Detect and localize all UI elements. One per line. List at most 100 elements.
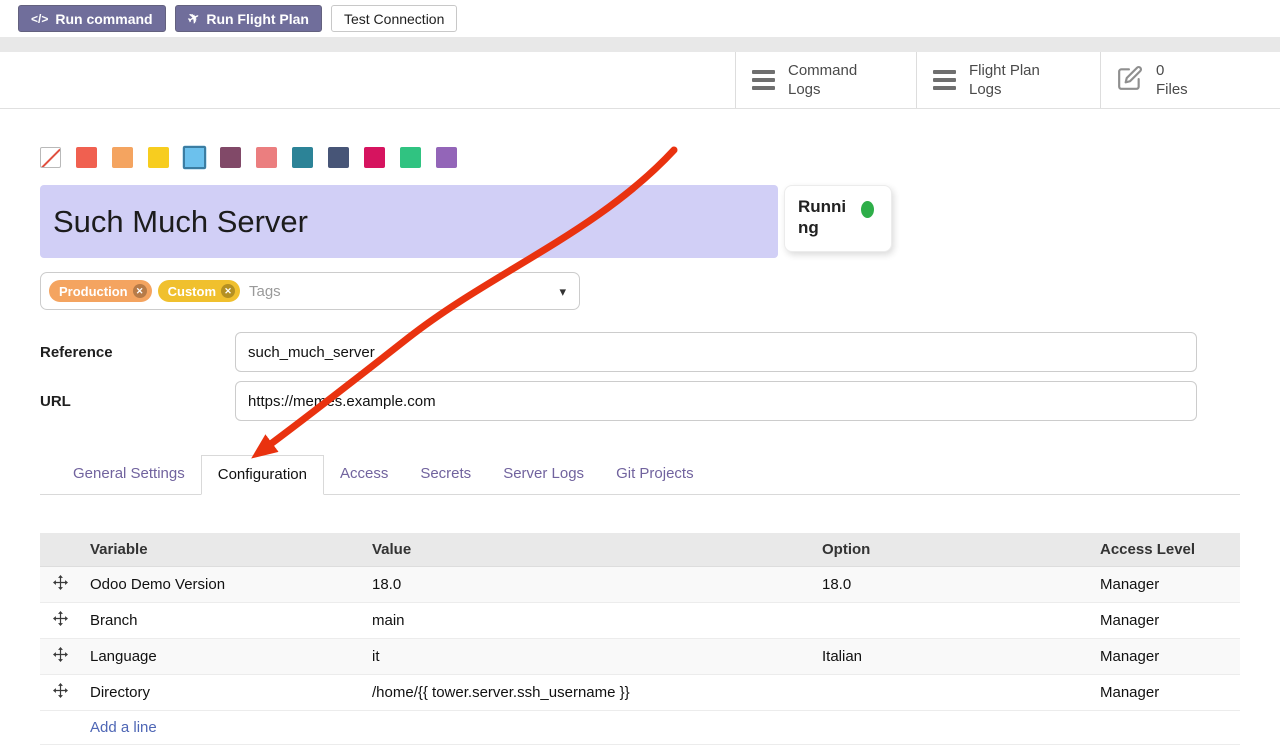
stat-button-flight-plan-logs[interactable]: Flight PlanLogs <box>916 52 1100 108</box>
cell-value[interactable]: 18.0 <box>362 567 812 603</box>
form-sheet: Such Much Server Running Production✕Cust… <box>0 147 1280 745</box>
cell-access_level[interactable]: Manager <box>1090 567 1240 603</box>
color-swatch-purple[interactable] <box>436 147 457 168</box>
tag-label: Custom <box>168 284 216 299</box>
add-line-row: Add a line <box>40 711 1240 745</box>
tags-field[interactable]: Production ✕ Custom ✕ Tags ▾ <box>40 272 580 310</box>
add-line-link[interactable]: Add a line <box>90 719 157 736</box>
color-swatch-salmon[interactable] <box>256 147 277 168</box>
status-widget[interactable]: Running <box>784 185 892 252</box>
color-swatch-yellow[interactable] <box>148 147 169 168</box>
tab-general-settings[interactable]: General Settings <box>57 455 201 494</box>
tab-git-projects[interactable]: Git Projects <box>600 455 710 494</box>
notebook-tabs: General SettingsConfigurationAccessSecre… <box>40 455 1240 495</box>
tab-secrets[interactable]: Secrets <box>404 455 487 494</box>
color-swatch-green[interactable] <box>400 147 421 168</box>
table-header-access-level: Access Level <box>1090 533 1240 567</box>
tab-access[interactable]: Access <box>324 455 404 494</box>
color-swatch-teal[interactable] <box>292 147 313 168</box>
stat-button-files[interactable]: 0Files <box>1100 52 1280 108</box>
cell-variable[interactable]: Language <box>80 639 362 675</box>
cell-value[interactable]: main <box>362 603 812 639</box>
stat-label: Flight PlanLogs <box>969 61 1040 100</box>
cell-option[interactable]: 18.0 <box>812 567 1090 603</box>
color-swatch-none[interactable] <box>40 147 61 168</box>
color-swatch-orange[interactable] <box>112 147 133 168</box>
drag-handle-icon[interactable] <box>40 675 80 711</box>
empty-cell <box>40 711 80 745</box>
tag-production[interactable]: Production ✕ <box>49 280 152 302</box>
table-row-odoo-demo-version: Odoo Demo Version18.018.0Manager <box>40 567 1240 603</box>
stat-button-command-logs[interactable]: CommandLogs <box>735 52 916 108</box>
edit-icon <box>1117 65 1143 96</box>
stat-label: 0Files <box>1156 61 1188 100</box>
table-header-option: Option <box>812 533 1090 567</box>
color-picker <box>40 147 1240 168</box>
header-stat-buttons: CommandLogs Flight PlanLogs 0Files <box>735 52 1280 108</box>
field-label-url: URL <box>40 393 235 410</box>
tag-custom[interactable]: Custom ✕ <box>158 280 240 302</box>
table-header: VariableValueOptionAccess Level <box>40 533 1240 567</box>
tags-list: Production ✕ Custom ✕ <box>49 280 240 302</box>
stat-label: CommandLogs <box>788 61 857 100</box>
menu-icon <box>933 70 956 90</box>
table-row-directory: Directory/home/{{ tower.server.ssh_usern… <box>40 675 1240 711</box>
test-connection-button[interactable]: Test Connection <box>331 5 457 32</box>
table-row-branch: Branchmain Manager <box>40 603 1240 639</box>
cell-option[interactable] <box>812 603 1090 639</box>
field-input-url[interactable] <box>235 381 1197 421</box>
color-swatch-magenta[interactable] <box>364 147 385 168</box>
cell-access_level[interactable]: Manager <box>1090 675 1240 711</box>
menu-icon <box>752 70 775 90</box>
record-fields: Reference URL <box>40 332 1240 421</box>
configuration-table: VariableValueOptionAccess Level Odoo Dem… <box>40 533 1240 745</box>
color-swatch-dark-purple[interactable] <box>220 147 241 168</box>
run-flight-plan-label: Run Flight Plan <box>206 11 309 27</box>
cell-variable[interactable]: Branch <box>80 603 362 639</box>
table-header-value: Value <box>362 533 812 567</box>
plane-icon: ✈ <box>184 8 202 29</box>
code-icon: </> <box>31 12 48 26</box>
test-connection-label: Test Connection <box>344 11 444 27</box>
tab-server-logs[interactable]: Server Logs <box>487 455 600 494</box>
table-row-language: LanguageitItalianManager <box>40 639 1240 675</box>
field-row-reference: Reference <box>40 332 1240 372</box>
color-swatch-light-blue[interactable] <box>183 146 207 170</box>
configuration-table-wrap: VariableValueOptionAccess Level Odoo Dem… <box>40 533 1240 745</box>
cell-access_level[interactable]: Manager <box>1090 639 1240 675</box>
drag-handle-icon[interactable] <box>40 603 80 639</box>
run-command-button[interactable]: </> Run command <box>18 5 166 32</box>
cell-value[interactable]: it <box>362 639 812 675</box>
color-swatch-red[interactable] <box>76 147 97 168</box>
drag-handle-icon[interactable] <box>40 639 80 675</box>
record-header-bar: CommandLogs Flight PlanLogs 0Files <box>0 52 1280 109</box>
field-input-reference[interactable] <box>235 332 1197 372</box>
table-header-variable: Variable <box>80 533 362 567</box>
field-row-url: URL <box>40 381 1240 421</box>
tag-remove-icon[interactable]: ✕ <box>133 284 147 298</box>
cell-variable[interactable]: Odoo Demo Version <box>80 567 362 603</box>
title-row: Such Much Server Running <box>40 185 1240 258</box>
tag-remove-icon[interactable]: ✕ <box>221 284 235 298</box>
server-name-input[interactable]: Such Much Server <box>40 185 778 258</box>
table-body: Odoo Demo Version18.018.0ManagerBranchma… <box>40 567 1240 711</box>
top-toolbar: </> Run command ✈ Run Flight Plan Test C… <box>0 0 1280 37</box>
status-label: Running <box>798 196 854 239</box>
field-label-reference: Reference <box>40 344 235 361</box>
run-flight-plan-button[interactable]: ✈ Run Flight Plan <box>175 5 322 32</box>
run-command-label: Run command <box>55 11 152 27</box>
color-swatch-navy[interactable] <box>328 147 349 168</box>
cell-value[interactable]: /home/{{ tower.server.ssh_username }} <box>362 675 812 711</box>
tag-label: Production <box>59 284 128 299</box>
cell-variable[interactable]: Directory <box>80 675 362 711</box>
cell-access_level[interactable]: Manager <box>1090 603 1240 639</box>
tab-configuration[interactable]: Configuration <box>201 455 324 495</box>
cell-option[interactable] <box>812 675 1090 711</box>
drag-handle-icon[interactable] <box>40 567 80 603</box>
tags-placeholder: Tags <box>249 283 281 300</box>
chevron-down-icon[interactable]: ▾ <box>559 284 566 300</box>
table-header-handle <box>40 533 80 567</box>
cell-option[interactable]: Italian <box>812 639 1090 675</box>
status-dot-icon <box>861 201 874 218</box>
separator-strip <box>0 37 1280 52</box>
